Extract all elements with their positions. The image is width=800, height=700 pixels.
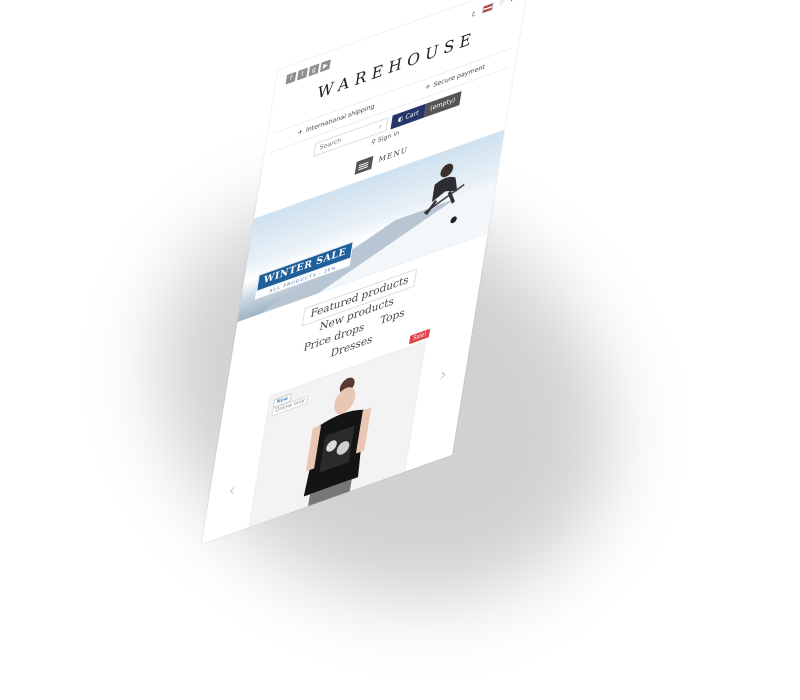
menu-label: MENU	[377, 145, 409, 165]
hamburger-icon	[354, 155, 374, 175]
youtube-icon[interactable]: ▶	[319, 59, 331, 73]
plane-icon: ✈	[424, 82, 431, 93]
facebook-icon[interactable]: f	[285, 71, 297, 85]
flag-icon[interactable]	[481, 2, 494, 14]
shuffle-icon[interactable]: ⇄	[510, 0, 516, 4]
google-plus-icon[interactable]: g	[308, 63, 320, 77]
language-selector[interactable]: ع	[471, 9, 476, 18]
carousel-next-icon[interactable]: ›	[438, 363, 448, 386]
carousel-prev-icon[interactable]: ‹	[227, 479, 237, 502]
search-placeholder: Search	[319, 136, 342, 152]
plane-icon: ✈	[296, 128, 304, 138]
twitter-icon[interactable]: t	[296, 67, 308, 81]
search-icon[interactable]: ⌕	[378, 122, 383, 132]
stage: f t g ▶ ع ♡ ⇄ WAREHOUSE · · · · · · · · …	[0, 0, 800, 700]
heart-icon[interactable]: ♡	[498, 0, 505, 8]
